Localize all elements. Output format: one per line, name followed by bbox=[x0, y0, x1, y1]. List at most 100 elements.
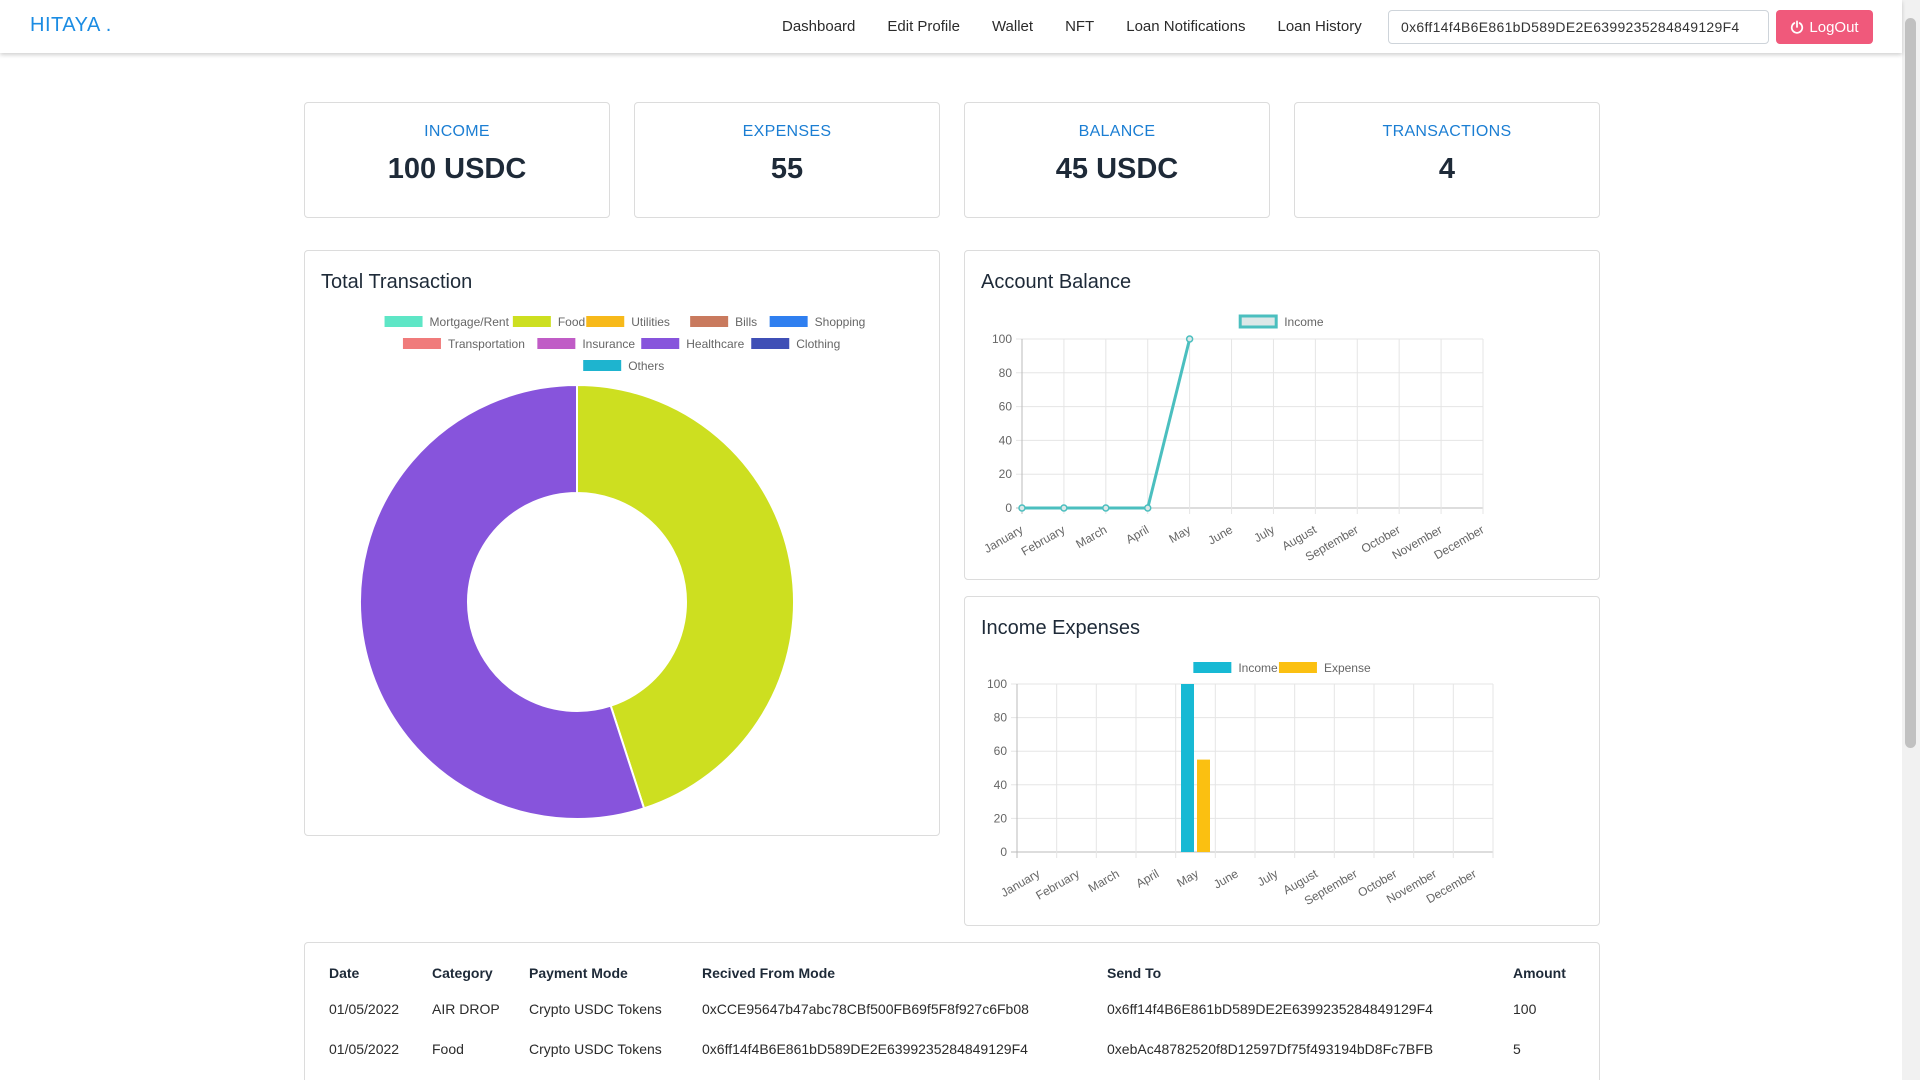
nav-links: Dashboard Edit Profile Wallet NFT Loan N… bbox=[766, 0, 1378, 53]
legend-swatch-expense[interactable] bbox=[1278, 662, 1317, 673]
x-tick-label: January bbox=[982, 522, 1026, 555]
income-expenses-panel: Income Expenses Income Expense 0 20 40 60 80 10… bbox=[964, 596, 1600, 926]
bar-chart: Income Expense020406080100JanuaryFebruary… bbox=[987, 661, 1494, 908]
y-tick-label: 80 bbox=[994, 711, 1008, 725]
cell-date: 01/05/2022 bbox=[329, 1001, 400, 1017]
legend-swatch-income[interactable] bbox=[1193, 662, 1232, 673]
cell-category: Food bbox=[432, 1041, 464, 1057]
cell-payment-mode: Crypto USDC Tokens bbox=[529, 1041, 662, 1057]
data-point bbox=[1018, 504, 1026, 512]
expenses-value: 55 bbox=[770, 153, 804, 185]
header-payment-mode: Payment Mode bbox=[529, 965, 628, 981]
legend-label-bills[interactable]: Bills bbox=[735, 315, 757, 329]
transactions-table: Date Category Payment Mode Recived From … bbox=[329, 965, 1593, 1069]
y-tick-label: 40 bbox=[994, 778, 1008, 792]
legend-label-income[interactable]: Income bbox=[1284, 315, 1324, 329]
legend-swatch-income[interactable] bbox=[1238, 314, 1278, 329]
x-tick-label: March bbox=[1073, 522, 1109, 551]
x-tick-label: February bbox=[1019, 522, 1068, 558]
legend-swatch-shopping[interactable] bbox=[769, 316, 808, 327]
scrollbar-thumb[interactable] bbox=[1905, 18, 1916, 748]
legend-swatch-healthcare[interactable] bbox=[641, 338, 680, 349]
transactions-table-panel: Date Category Payment Mode Recived From … bbox=[304, 942, 1600, 1080]
cell-send-to: 0x6ff14f4B6E861bD589DE2E6399235284849129… bbox=[1107, 1001, 1433, 1017]
legend-label-clothing[interactable]: Clothing bbox=[796, 337, 840, 351]
nav-link-loan-history[interactable]: Loan History bbox=[1261, 18, 1377, 35]
legend-swatch-food[interactable] bbox=[512, 316, 551, 327]
navbar: HITAYA . Dashboard Edit Profile Wallet N… bbox=[0, 0, 1902, 53]
header-category: Category bbox=[432, 965, 493, 981]
legend-label-others[interactable]: Others bbox=[628, 359, 664, 373]
legend-swatch-mortgage-rent[interactable] bbox=[384, 316, 423, 327]
legend-swatch-clothing[interactable] bbox=[751, 338, 790, 349]
x-tick-label: March bbox=[1086, 866, 1122, 895]
cell-category: AIR DROP bbox=[432, 1001, 500, 1017]
logout-label: LogOut bbox=[1809, 18, 1859, 36]
account-balance-panel: Account Balance Income 0 20 40 60 80 100 Januar… bbox=[964, 250, 1600, 580]
data-point bbox=[1102, 504, 1110, 512]
legend-swatch-utilities[interactable] bbox=[586, 316, 625, 327]
balance-label: BALANCE bbox=[1078, 123, 1156, 140]
x-tick-label: May bbox=[1174, 866, 1201, 889]
x-tick-label: July bbox=[1251, 522, 1276, 545]
legend-swatch-transportation[interactable] bbox=[402, 338, 441, 349]
y-tick-label: 80 bbox=[999, 366, 1013, 380]
legend-label-expense[interactable]: Expense bbox=[1324, 661, 1371, 675]
header-received-from: Recived From Mode bbox=[702, 965, 836, 981]
wallet-address-field[interactable]: 0x6ff14f4B6E861bD589DE2E6399235284849129… bbox=[1388, 10, 1769, 44]
legend-swatch-bills[interactable] bbox=[690, 316, 729, 327]
table-row: 01/05/2022 Food Crypto USDC Tokens 0x6ff… bbox=[329, 1029, 1593, 1069]
legend-label-utilities[interactable]: Utilities bbox=[631, 315, 670, 329]
header-amount: Amount bbox=[1513, 965, 1566, 981]
y-tick-label: 20 bbox=[999, 467, 1013, 481]
transactions-label: TRANSACTIONS bbox=[1382, 123, 1512, 140]
nav-link-nft[interactable]: NFT bbox=[1049, 18, 1110, 35]
x-tick-label: June bbox=[1211, 866, 1241, 891]
cell-payment-mode: Crypto USDC Tokens bbox=[529, 1001, 662, 1017]
legend-label-food[interactable]: Food bbox=[558, 315, 585, 329]
y-tick-label: 20 bbox=[994, 811, 1008, 825]
y-tick-label: 100 bbox=[987, 677, 1007, 691]
data-point bbox=[1143, 504, 1152, 512]
x-tick-label: February bbox=[1033, 866, 1082, 902]
line-chart: Income 0 20 40 60 80 100 JanuaryFebruary March Ap… bbox=[982, 314, 1487, 564]
expenses-label: EXPENSES bbox=[742, 123, 832, 140]
x-tick-label: July bbox=[1255, 866, 1280, 889]
legend-label-healthcare[interactable]: Healthcare bbox=[686, 337, 744, 351]
brand-logo[interactable]: HITAYA . bbox=[30, 14, 112, 37]
cell-send-to: 0xebAc48782520f8D12597Df75f493194bD8Fc7B… bbox=[1107, 1041, 1434, 1057]
nav-link-loan-notifications[interactable]: Loan Notifications bbox=[1110, 18, 1261, 35]
y-tick-label: 100 bbox=[992, 332, 1012, 346]
y-tick-label: 40 bbox=[999, 433, 1013, 447]
donut-chart: Mortgage/Rent Food Utilities Bills Shopping T… bbox=[359, 315, 866, 820]
legend-label-mortgage-rent[interactable]: Mortgage/Rent bbox=[430, 315, 510, 329]
expenses-card: EXPENSES 55 bbox=[634, 102, 940, 218]
nav-link-edit-profile[interactable]: Edit Profile bbox=[871, 18, 976, 35]
legend-label-income[interactable]: Income bbox=[1238, 661, 1278, 675]
legend-swatch-others[interactable] bbox=[583, 360, 622, 371]
x-tick-label: April bbox=[1134, 866, 1162, 890]
cell-received-from: 0xCCE95647b47abc78CBf500FB69f5F8f927c6Fb… bbox=[702, 1001, 1029, 1017]
y-tick-label: 60 bbox=[994, 744, 1008, 758]
nav-link-wallet[interactable]: Wallet bbox=[976, 18, 1049, 35]
header-date: Date bbox=[329, 965, 360, 981]
legend-swatch-insurance[interactable] bbox=[537, 338, 576, 349]
logout-button[interactable]: LogOut bbox=[1776, 10, 1873, 44]
table-header-row: Date Category Payment Mode Recived From … bbox=[329, 965, 1593, 989]
legend-label-shopping[interactable]: Shopping bbox=[815, 315, 866, 329]
balance-card: BALANCE 45 USDC bbox=[964, 102, 1270, 218]
cell-received-from: 0x6ff14f4B6E861bD589DE2E6399235284849129… bbox=[702, 1041, 1028, 1057]
total-transaction-panel: Total Transaction Mortgage/Rent Food Utili… bbox=[304, 250, 940, 836]
nav-link-dashboard[interactable]: Dashboard bbox=[766, 18, 871, 35]
legend-label-transportation[interactable]: Transportation bbox=[448, 337, 525, 351]
y-tick-label: 0 bbox=[1000, 845, 1007, 859]
x-tick-label: April bbox=[1123, 522, 1151, 546]
x-tick-label: May bbox=[1167, 522, 1194, 545]
y-tick-label: 60 bbox=[999, 400, 1013, 414]
income-label: INCOME bbox=[424, 123, 490, 140]
y-tick-label: 0 bbox=[1005, 501, 1012, 515]
cell-amount: 5 bbox=[1513, 1041, 1521, 1057]
legend-label-insurance[interactable]: Insurance bbox=[582, 337, 635, 351]
bar-expense-may bbox=[1197, 759, 1210, 852]
bar-income-may bbox=[1181, 684, 1194, 852]
